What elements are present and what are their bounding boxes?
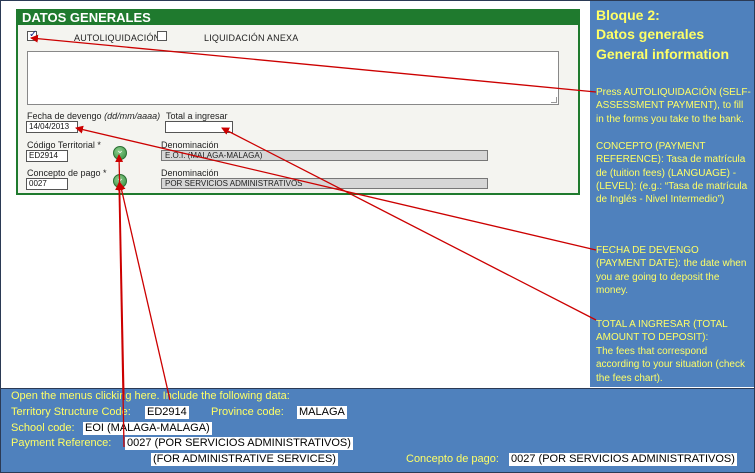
denominacion-concepto-field: POR SERVICIOS ADMINISTRATIVOS — [161, 178, 488, 189]
codigo-territorial-label: Código Territorial * — [27, 140, 101, 150]
bottom-instructions-panel: Open the menus clicking here. Include th… — [1, 388, 754, 472]
chevron-down-icon: ⌄ — [116, 174, 124, 184]
fecha-devengo-input[interactable]: 14/04/2013 — [26, 121, 78, 133]
liquidacion-anexa-label: LIQUIDACIÓN ANEXA — [204, 33, 299, 43]
datos-generales-form: DATOS GENERALES ✓ AUTOLIQUIDACIÓN LIQUID… — [16, 9, 580, 195]
payment-reference-value: 0027 (POR SERVICIOS ADMINISTRATIVOS) — [125, 437, 353, 450]
province-code-value: MALAGA — [297, 406, 347, 419]
liquidacion-anexa-checkbox[interactable] — [157, 31, 167, 41]
resize-grip-icon[interactable] — [551, 97, 557, 103]
bottom-intro-text: Open the menus clicking here. Include th… — [11, 390, 290, 402]
info-concepto-text: CONCEPTO (PAYMENT REFERENCE): Tasa de ma… — [596, 141, 748, 206]
concepto-pago-bottom-value: 0027 (POR SERVICIOS ADMINISTRATIVOS) — [509, 453, 737, 466]
territory-code-label: Territory Structure Code: — [11, 406, 131, 418]
info-title-en: General information — [596, 46, 730, 62]
concepto-pago-bottom-label: Concepto de pago: — [406, 453, 499, 465]
info-panel: Bloque 2: Datos generales General inform… — [590, 1, 754, 387]
total-ingresar-input[interactable] — [165, 121, 233, 133]
info-title-es: Datos generales — [596, 26, 705, 42]
info-total-heading: TOTAL A INGRESAR (TOTAL AMOUNT TO DEPOSI… — [596, 319, 728, 344]
codigo-territorial-lookup-button[interactable]: ⌄ — [113, 146, 127, 160]
administrative-services-value: (FOR ADMINISTRATIVE SERVICES) — [151, 453, 338, 466]
school-code-label: School code: — [11, 422, 75, 434]
school-code-value: EOI (MALAGA-MALAGA) — [83, 422, 212, 435]
codigo-territorial-input[interactable]: ED2914 — [26, 150, 68, 162]
denominacion-label-2: Denominación — [161, 168, 219, 178]
checkmark-icon: ✓ — [29, 29, 38, 40]
denominacion-centro-field: E.O.I. (MALAGA-MALAGA) — [161, 150, 488, 161]
concepto-pago-label: Concepto de pago * — [27, 168, 107, 178]
concepto-pago-lookup-button[interactable]: ⌄ — [113, 174, 127, 188]
autoliquidacion-label: AUTOLIQUIDACIÓN — [74, 33, 161, 43]
form-header: DATOS GENERALES — [18, 11, 578, 25]
concepto-pago-input[interactable]: 0027 — [26, 178, 68, 190]
observaciones-textarea[interactable] — [27, 51, 559, 105]
payment-reference-label: Payment Reference: — [11, 437, 112, 449]
info-total-text: The fees that correspond according to yo… — [596, 346, 745, 384]
info-autoliquidacion-text: Press AUTOLIQUIDACIÓN (SELF-ASSESSMENT P… — [596, 87, 751, 125]
autoliquidacion-checkbox[interactable]: ✓ — [27, 29, 38, 41]
denominacion-label-1: Denominación — [161, 140, 219, 150]
chevron-down-icon: ⌄ — [116, 146, 124, 156]
fecha-devengo-label: Fecha de devengo (dd/mm/aaaa) — [27, 111, 161, 121]
info-title-block: Bloque 2: — [596, 7, 660, 23]
total-ingresar-label: Total a ingresar — [166, 111, 228, 121]
territory-code-value: ED2914 — [145, 406, 189, 419]
info-fecha-text: FECHA DE DEVENGO (PAYMENT DATE): the dat… — [596, 245, 747, 296]
province-code-label: Province code: — [211, 406, 284, 418]
